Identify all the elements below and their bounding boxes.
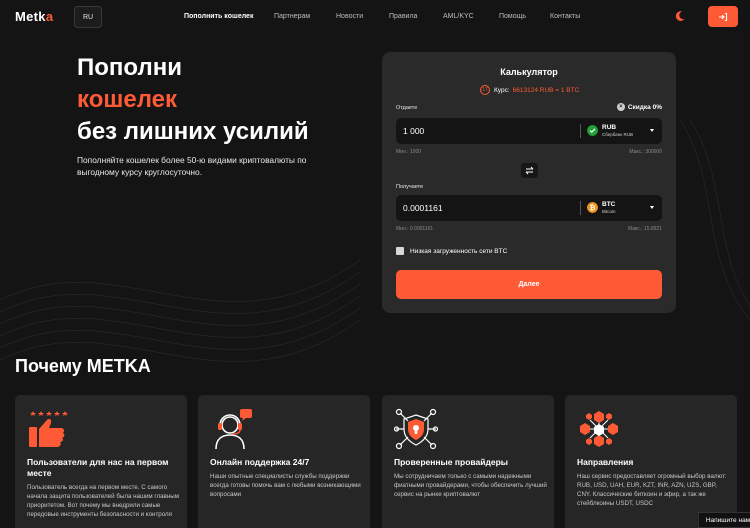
thumbs-up-stars-icon [29,411,68,447]
feature-title: Направления [577,457,634,467]
top-header: Metka RU Пополнить кошелек Партнерам Нов… [0,0,750,34]
feature-title: Пользователи для нас на первом месте [27,457,169,478]
bitcoin-icon: ₿ [587,202,598,213]
hero-title-line2: кошелек [77,86,177,113]
calculator-title: Калькулятор [500,67,558,77]
feature-card-users: Пользователи для нас на первом месте Пол… [15,395,187,528]
feature-text: Пользователь всегда на первом месте. С с… [27,484,179,518]
field-divider [580,124,581,138]
feature-title: Проверенные провайдеры [394,457,509,467]
language-selector[interactable]: RU [74,6,102,28]
nav-help[interactable]: Помощь [499,13,526,20]
feature-text: Наши опытные специалисты службы поддержк… [210,473,361,498]
send-currency-name: Сбербанк RUB [602,132,633,137]
nav-news[interactable]: Новости [336,13,363,20]
nav-aml-kyc[interactable]: AML/KYC [443,13,474,20]
discount-label: Скидка 0% [627,103,662,111]
send-min: Мин.: 1000 [396,149,422,155]
cubes-network-icon [580,411,618,447]
network-status: Низкая загруженность сети BTC [396,247,507,255]
logo[interactable]: Metka [15,9,53,24]
send-label: Отдаете [396,105,418,111]
receive-currency-code[interactable]: BTC [602,201,615,208]
nav-partners[interactable]: Партнерам [274,13,310,20]
nav-topup-wallet[interactable]: Пополнить кошелек [184,13,253,20]
receive-field[interactable]: 0.0001161 ₿ BTC Bitcoin [396,195,662,221]
feature-card-directions: Направления Наш сервис предоставляет огр… [565,395,737,528]
receive-max: Макс.: 15.8921 [628,226,662,232]
chevron-down-icon[interactable] [650,206,654,209]
login-button[interactable] [708,6,738,27]
support-agent-icon [215,409,252,450]
sberbank-icon [587,125,598,136]
receive-label: Получаете [396,184,424,190]
field-divider [580,201,581,215]
receive-amount-input[interactable]: 0.0001161 [403,203,443,213]
rate-badge-icon: 17 [480,85,490,95]
hero-subtitle: Пополняйте кошелек более 50-ю видами кри… [77,155,307,177]
receive-min: Мин.: 0.0001161 [396,226,434,232]
send-max: Макс.: 300000 [629,149,662,155]
svg-text:₿: ₿ [590,204,596,212]
network-status-icon [396,247,404,255]
shield-network-icon [394,408,438,450]
send-currency-code[interactable]: RUB [602,124,616,131]
login-icon [719,12,728,21]
feature-title: Онлайн поддержка 24/7 [210,457,310,467]
nav-rules[interactable]: Правила [389,13,417,20]
feature-card-providers: Проверенные провайдеры Мы сотрудничаем т… [382,395,554,528]
swap-button[interactable] [521,163,538,178]
send-field[interactable]: 1 000 RUB Сбербанк RUB [396,118,662,144]
receive-currency-name: Bitcoin [602,209,616,214]
chat-widget-button[interactable]: Напишите нам [698,512,750,528]
why-section-title: Почему METKA [15,356,151,376]
discount-toggle[interactable]: × Скидка 0% [616,103,662,111]
calculator-panel: Калькулятор 17 Курс: 6613124 RUB = 1 BTC… [382,52,676,313]
rate-label: Курс: [494,86,510,94]
exchange-rate: 17 Курс: 6613124 RUB = 1 BTC [480,85,579,95]
hero-title-line1: Пополни [77,54,182,81]
feature-text: Наш сервис предоставляет огромный выбор … [577,473,727,507]
next-button[interactable]: Далее [396,270,662,299]
feature-text: Мы сотрудничаем только с самыми надежным… [394,473,547,498]
hero-title-line3: без лишних усилий [77,118,309,145]
swap-icon [525,166,534,175]
close-icon: × [616,103,625,111]
send-amount-input[interactable]: 1 000 [403,126,424,136]
nav-contacts[interactable]: Контакты [550,13,580,20]
rate-value: 6613124 RUB = 1 BTC [512,86,580,94]
feature-card-support: Онлайн поддержка 24/7 Наши опытные специ… [198,395,370,528]
network-status-text: Низкая загруженность сети BTC [410,247,508,255]
chevron-down-icon[interactable] [650,129,654,132]
moon-icon[interactable] [674,10,686,22]
